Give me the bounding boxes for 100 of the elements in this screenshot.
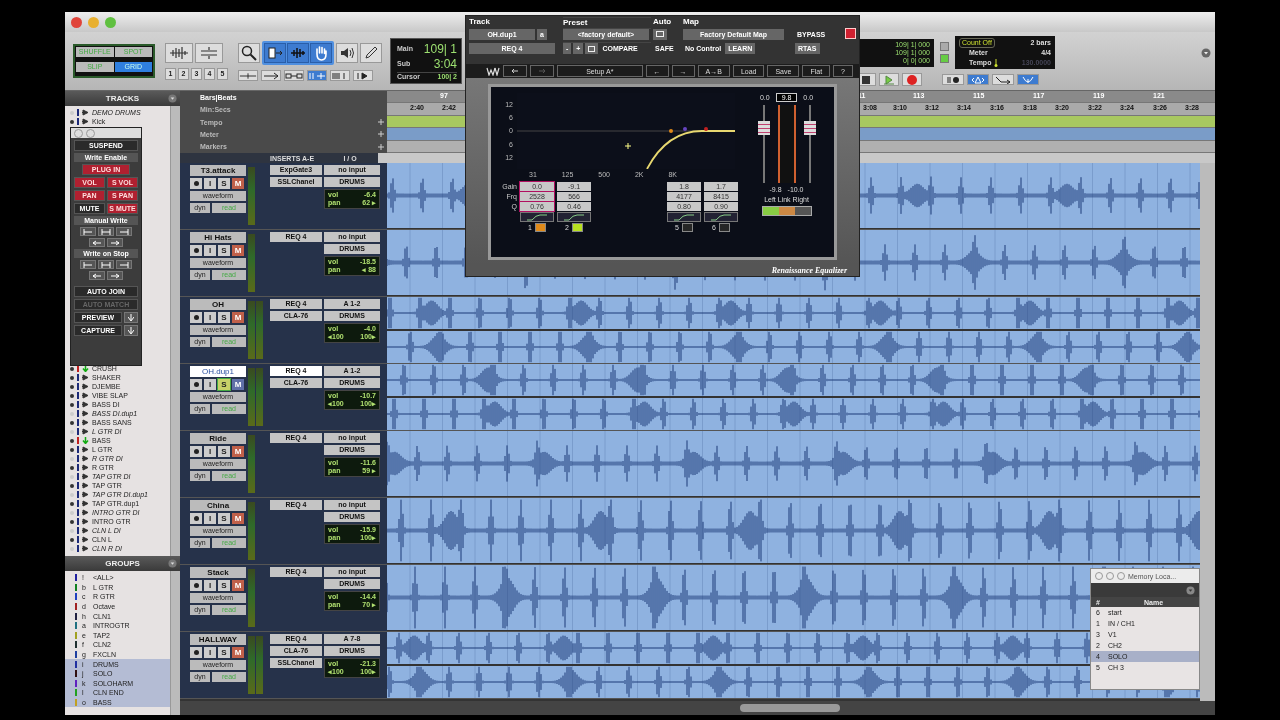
visibility-dot[interactable] — [70, 519, 74, 524]
arrows-icon[interactable] — [261, 70, 281, 81]
visibility-dot[interactable] — [70, 402, 74, 407]
filter-shape-selector[interactable] — [557, 212, 591, 222]
pencil-icon[interactable] — [360, 43, 382, 63]
track-type-icon[interactable] — [82, 109, 89, 116]
track-type-icon[interactable] — [82, 455, 89, 462]
track-type-icon[interactable] — [82, 527, 89, 534]
filter-shape-selector[interactable] — [704, 212, 738, 222]
close-button[interactable] — [71, 16, 82, 28]
redo-icon[interactable] — [530, 65, 554, 77]
record-enable-button[interactable] — [190, 647, 202, 658]
link-selector[interactable] — [761, 206, 812, 216]
scrollbar[interactable] — [740, 704, 840, 712]
track-type-icon[interactable] — [82, 500, 89, 507]
audio-clip[interactable] — [387, 364, 1200, 396]
scrollbar[interactable] — [1200, 163, 1215, 701]
visibility-dot[interactable] — [70, 483, 74, 488]
input-monitor-button[interactable]: I — [204, 513, 216, 524]
audio-clip[interactable] — [387, 398, 1200, 430]
track-name-field[interactable]: OH — [190, 299, 246, 310]
audio-clip[interactable] — [387, 431, 1200, 496]
scrollbar[interactable] — [170, 571, 180, 715]
track-mute-button[interactable]: M — [232, 446, 244, 457]
plus-icon[interactable] — [378, 119, 384, 125]
track-type-icon[interactable] — [82, 446, 89, 453]
arrows-icon[interactable] — [98, 260, 114, 269]
menu-icon[interactable] — [168, 94, 177, 103]
gain-fader[interactable] — [803, 105, 816, 183]
track-name-field[interactable]: OH.dup1 — [190, 366, 246, 377]
vertical-zoom-button[interactable] — [195, 42, 223, 63]
band-marker[interactable] — [683, 127, 687, 131]
track-type-icon[interactable] — [82, 473, 89, 480]
band-marker[interactable] — [624, 142, 632, 150]
track-solo-button[interactable]: S — [218, 178, 230, 189]
track-solo-button[interactable]: S — [218, 446, 230, 457]
track-type-icon[interactable] — [82, 536, 89, 543]
arrow-right-icon[interactable] — [107, 271, 123, 280]
band-enable-button[interactable] — [718, 223, 730, 232]
track-solo-button[interactable]: S — [218, 312, 230, 323]
input-monitor-button[interactable]: I — [204, 379, 216, 390]
merge-button[interactable] — [992, 74, 1014, 85]
visibility-dot[interactable] — [70, 119, 74, 124]
track-type-icon[interactable] — [82, 482, 89, 489]
track-solo-button[interactable]: S — [218, 245, 230, 256]
arrow-left-icon[interactable] — [89, 271, 105, 280]
audio-clip[interactable] — [387, 297, 1200, 329]
arrows-icon[interactable] — [98, 227, 114, 236]
track-name-field[interactable]: China — [190, 500, 246, 511]
input-monitor-button[interactable]: I — [204, 446, 216, 457]
band-marker[interactable] — [669, 129, 673, 133]
selector-tool-icon[interactable] — [287, 43, 309, 63]
arrow-left-icon[interactable] — [80, 260, 96, 269]
visibility-dot[interactable] — [70, 375, 74, 380]
automation-icon[interactable] — [653, 28, 667, 40]
input-monitor-button[interactable]: I — [204, 178, 216, 189]
track-type-icon[interactable] — [82, 118, 89, 125]
track-mute-button[interactable]: M — [232, 580, 244, 591]
menu-icon[interactable] — [1186, 585, 1195, 595]
visibility-dot[interactable] — [70, 366, 74, 371]
track-solo-button[interactable]: S — [218, 379, 230, 390]
record-enable-button[interactable] — [190, 513, 202, 524]
scrollbar[interactable] — [170, 106, 180, 556]
band-enable-button[interactable] — [534, 223, 546, 232]
record-enable-button[interactable] — [190, 446, 202, 457]
band-marker[interactable] — [704, 127, 708, 131]
track-type-icon[interactable] — [82, 509, 89, 516]
audio-clip[interactable] — [387, 331, 1200, 363]
plus-icon[interactable] — [378, 143, 384, 150]
track-name-field[interactable]: Hi Hats — [190, 232, 246, 243]
visibility-dot[interactable] — [70, 420, 74, 425]
visibility-dot[interactable] — [70, 393, 74, 398]
arrow-right-icon[interactable] — [107, 238, 123, 247]
visibility-dot[interactable] — [70, 447, 74, 452]
link-icon[interactable] — [284, 70, 304, 81]
gain-fader[interactable] — [757, 105, 770, 183]
menu-icon[interactable] — [168, 559, 177, 568]
record-enable-button[interactable] — [190, 178, 202, 189]
track-mute-button[interactable]: M — [232, 379, 244, 390]
zoom-tool-icon[interactable] — [238, 43, 260, 63]
track-solo-button[interactable]: S — [218, 580, 230, 591]
track-type-icon[interactable] — [82, 464, 89, 471]
visibility-dot[interactable] — [70, 465, 74, 470]
arrow-right-icon[interactable] — [116, 227, 132, 236]
track-type-icon[interactable] — [82, 419, 89, 426]
undo-icon[interactable] — [503, 65, 527, 77]
record-button[interactable] — [902, 73, 922, 86]
record-enable-button[interactable] — [190, 312, 202, 323]
visibility-dot[interactable] — [70, 501, 74, 506]
filter-shape-selector[interactable] — [520, 212, 554, 222]
arrow-left-icon[interactable] — [80, 227, 96, 236]
band-enable-button[interactable] — [571, 223, 583, 232]
track-solo-button[interactable]: S — [218, 513, 230, 524]
track-solo-button[interactable]: S — [218, 647, 230, 658]
menu-icon[interactable] — [1201, 47, 1211, 58]
trim-tool-icon[interactable] — [264, 43, 286, 63]
record-enable-button[interactable] — [190, 379, 202, 390]
track-mute-button[interactable]: M — [232, 178, 244, 189]
visibility-dot[interactable] — [70, 384, 74, 389]
track-type-icon[interactable] — [82, 392, 89, 399]
